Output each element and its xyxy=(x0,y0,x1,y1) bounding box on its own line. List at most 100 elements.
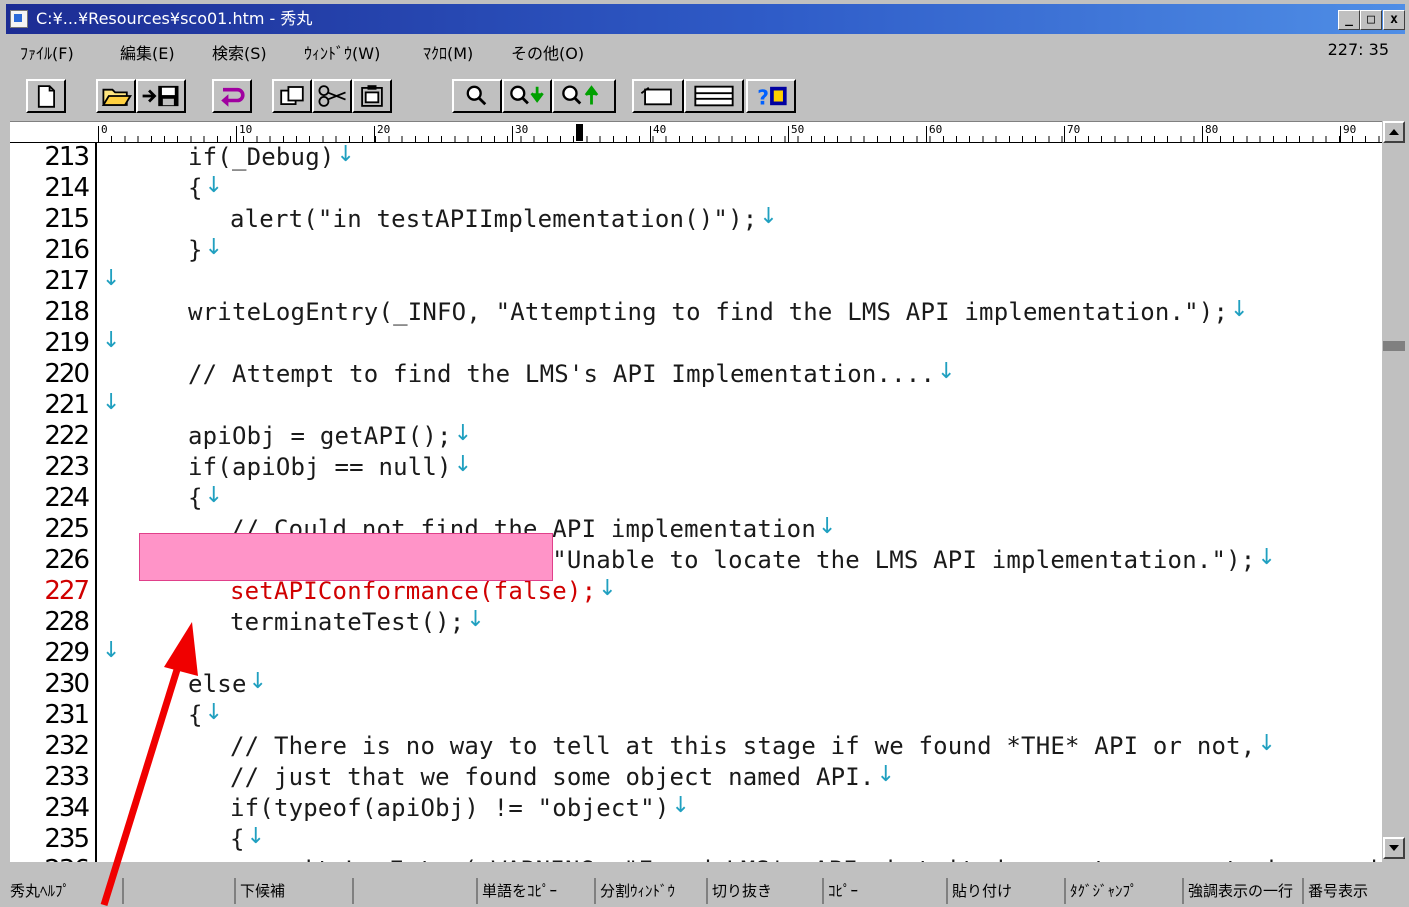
status-split-window[interactable]: 分割ｳｨﾝﾄﾞｳ xyxy=(594,878,706,904)
line-number: 218 xyxy=(44,297,90,327)
code-line[interactable]: 220 // Attempt to find the LMS's API Impl… xyxy=(10,359,1382,390)
ruler-number: 10 xyxy=(239,123,253,136)
code-text: terminateTest(); xyxy=(230,608,465,636)
status-next-candidate[interactable]: 下候補 xyxy=(234,878,352,904)
code-text: { xyxy=(188,701,203,729)
line-number: 216 xyxy=(44,235,90,265)
newline-mark-icon: ↓ xyxy=(1257,545,1276,570)
newline-mark-icon: ↓ xyxy=(204,235,224,260)
window-icon[interactable] xyxy=(632,79,684,113)
code-line[interactable]: 215 alert("in testAPIImplementation()"); ↓ xyxy=(10,204,1382,235)
cursor-position: 227: 35 xyxy=(1327,40,1389,59)
code-line[interactable]: 236 writeLogEntry(_WARNING, "Found LMS's … xyxy=(10,855,1382,862)
line-number: 236 xyxy=(10,855,90,862)
line-number: 213 xyxy=(44,142,90,172)
code-line[interactable]: 219 ↓ xyxy=(10,328,1382,359)
ruler-major-tick xyxy=(926,126,927,142)
ruler-major-tick xyxy=(512,126,513,142)
code-line[interactable]: 221 ↓ xyxy=(10,390,1382,421)
status-tag-jump[interactable]: ﾀｸﾞｼﾞｬﾝﾌﾟ xyxy=(1064,878,1178,904)
help-icon[interactable]: ? xyxy=(746,79,796,113)
newline-mark-icon: ↓ xyxy=(876,762,896,787)
code-line[interactable]: 224 {↓ xyxy=(10,483,1382,514)
find-prev-icon[interactable] xyxy=(552,79,616,113)
code-text: else xyxy=(188,670,247,698)
new-file-icon[interactable] xyxy=(26,79,66,113)
status-empty-slot[interactable] xyxy=(352,878,464,904)
find-icon[interactable] xyxy=(452,79,502,113)
newline-mark-icon: ↓ xyxy=(671,793,690,818)
menu-edit[interactable]: 編集(E) xyxy=(120,40,175,64)
newline-mark-icon: ↓ xyxy=(453,452,473,477)
code-line[interactable]: 234 if(typeof(apiObj) != "object") ↓ xyxy=(10,793,1382,824)
status-highlight-line[interactable]: 強調表示の一行 xyxy=(1182,878,1302,904)
code-line[interactable]: 231 {↓ xyxy=(10,700,1382,731)
code-line[interactable]: 218 writeLogEntry(_INFO, "Attempting to f… xyxy=(10,297,1382,328)
open-folder-icon[interactable] xyxy=(96,79,136,113)
status-cut[interactable]: 切り抜き xyxy=(706,878,822,904)
restore-button[interactable]: □ xyxy=(1360,10,1382,30)
line-number: 217 xyxy=(44,266,90,296)
title-bar: C:¥...¥Resources¥sco01.htm - 秀丸 _ □ x xyxy=(6,4,1405,34)
code-line[interactable]: 213 if(_Debug) ↓ xyxy=(10,142,1382,173)
scroll-thumb[interactable] xyxy=(1383,341,1405,351)
menu-other[interactable]: その他(O) xyxy=(511,40,584,64)
newline-mark-icon: ↓ xyxy=(248,669,268,694)
status-empty-slot[interactable] xyxy=(122,878,234,904)
scroll-down-button[interactable] xyxy=(1383,837,1405,859)
code-line[interactable]: 222 apiObj = getAPI(); ↓ xyxy=(10,421,1382,452)
line-number: 229 xyxy=(44,638,90,668)
vertical-scrollbar[interactable] xyxy=(1383,121,1405,861)
ruler-number: 90 xyxy=(1343,123,1357,136)
status-help[interactable]: 秀丸ﾍﾙﾌﾟ xyxy=(6,878,122,904)
window-title: C:¥...¥Resources¥sco01.htm - 秀丸 xyxy=(36,9,313,28)
split-window-icon[interactable] xyxy=(684,79,744,113)
newline-mark-icon: ↓ xyxy=(453,421,473,446)
newline-mark-icon: ↓ xyxy=(102,328,121,353)
code-line[interactable]: 228 terminateTest(); ↓ xyxy=(10,607,1382,638)
scroll-up-button[interactable] xyxy=(1383,121,1405,143)
code-text: writeLogEntry(_INFO, "Attempting to find… xyxy=(188,298,1229,326)
code-line[interactable]: 217 ↓ xyxy=(10,266,1382,297)
code-line[interactable]: 216} ↓ xyxy=(10,235,1382,266)
status-copy-word[interactable]: 単語をｺﾋﾟｰ xyxy=(476,878,594,904)
code-line[interactable]: 233 // just that we found some object nam… xyxy=(10,762,1382,793)
ruler-major-tick xyxy=(650,126,651,142)
minimize-button[interactable]: _ xyxy=(1338,10,1360,30)
status-copy[interactable]: ｺﾋﾟｰ xyxy=(822,878,938,904)
code-line[interactable]: 214 {↓ xyxy=(10,173,1382,204)
app-icon[interactable] xyxy=(10,10,28,28)
close-button[interactable]: x xyxy=(1383,10,1405,30)
line-number: 225 xyxy=(44,514,90,544)
status-line-number[interactable]: 番号表示 xyxy=(1302,878,1405,904)
editor[interactable]: 0 10 20 30 40 50 60 70 80 90 213 if(_Debu… xyxy=(10,121,1382,862)
code-line[interactable]: 235 {↓ xyxy=(10,824,1382,855)
save-icon[interactable] xyxy=(136,79,186,113)
menu-macro[interactable]: ﾏｸﾛ(M) xyxy=(423,40,473,64)
cut-icon[interactable] xyxy=(312,79,352,113)
status-paste[interactable]: 貼り付け xyxy=(946,878,1058,904)
toolbar: ? xyxy=(6,72,1405,120)
line-number: 235 xyxy=(44,824,90,854)
code-line[interactable]: 230 else ↓ xyxy=(10,669,1382,700)
line-number: 227 xyxy=(44,576,90,606)
find-next-icon[interactable] xyxy=(502,79,552,113)
newline-mark-icon: ↓ xyxy=(102,390,121,415)
menu-bar: ﾌｧｲﾙ(F) 編集(E) 検索(S) ｳｨﾝﾄﾞｳ(W) ﾏｸﾛ(M) その他… xyxy=(6,34,1405,70)
menu-file[interactable]: ﾌｧｲﾙ(F) xyxy=(20,40,74,64)
ruler-number: 80 xyxy=(1205,123,1219,136)
ruler-major-tick xyxy=(788,126,789,142)
code-line[interactable]: 229 ↓ xyxy=(10,638,1382,669)
ruler-number: 50 xyxy=(791,123,805,136)
newline-mark-icon: ↓ xyxy=(204,173,224,198)
menu-search[interactable]: 検索(S) xyxy=(212,40,267,64)
newline-mark-icon: ↓ xyxy=(204,483,224,508)
line-number: 228 xyxy=(44,607,90,637)
line-number: 220 xyxy=(44,359,90,389)
paste-icon[interactable] xyxy=(352,79,392,113)
code-line[interactable]: 232 // There is no way to tell at this st… xyxy=(10,731,1382,762)
undo-icon[interactable] xyxy=(212,79,252,113)
menu-window[interactable]: ｳｨﾝﾄﾞｳ(W) xyxy=(304,40,380,64)
code-line[interactable]: 223 if(apiObj == null) ↓ xyxy=(10,452,1382,483)
copy-icon[interactable] xyxy=(272,79,312,113)
